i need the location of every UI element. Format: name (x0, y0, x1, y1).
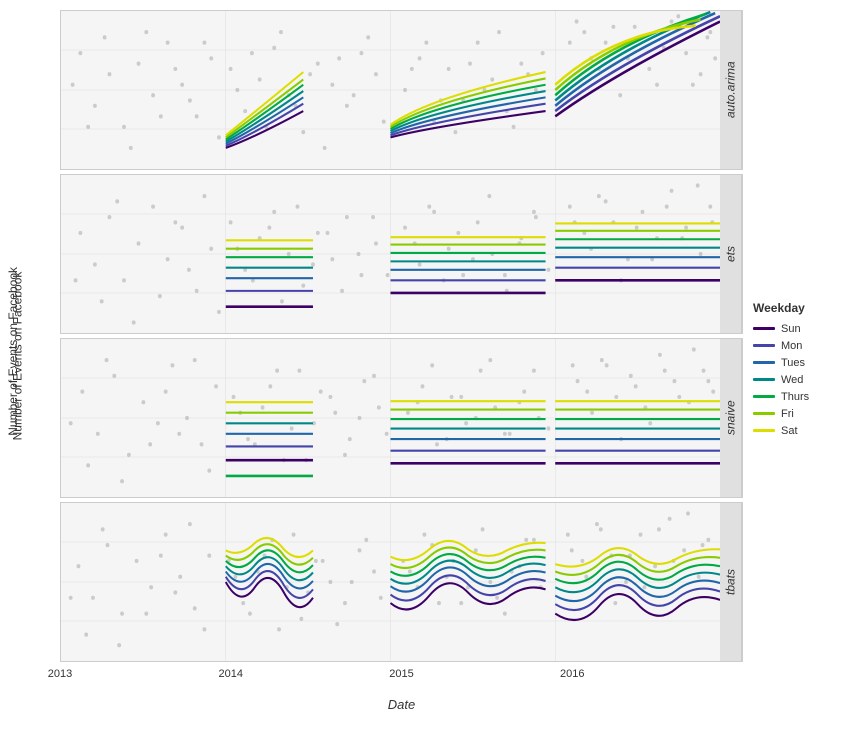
legend-item-wed: Wed (753, 374, 853, 386)
panel-svg-auto-arima (61, 11, 720, 169)
panel-tbats: tbats (60, 502, 743, 662)
panel-ets: ets (60, 174, 743, 334)
panel-svg-ets (61, 175, 720, 333)
legend-label-wed: Wed (781, 374, 803, 386)
legend-label-thurs: Thurs (781, 391, 809, 403)
panel-content-snaive (61, 339, 720, 497)
legend-label-fri: Fri (781, 408, 794, 420)
legend-item-tues: Tues (753, 357, 853, 369)
legend-label-sun: Sun (781, 323, 801, 335)
panel-auto-arima: auto.arima (60, 10, 743, 170)
x-tick-2016: 2016 (560, 668, 584, 680)
legend-label-sat: Sat (781, 425, 798, 437)
x-tick-2014: 2014 (219, 668, 243, 680)
x-axis-label: Date (60, 697, 743, 712)
legend-color-mon (753, 344, 775, 347)
panel-label-auto-arima: auto.arima (720, 11, 742, 169)
legend-item-sun: Sun (753, 323, 853, 335)
panel-svg-snaive (61, 339, 720, 497)
panel-content-ets (61, 175, 720, 333)
chart-container: Number of Events on Facebook (0, 0, 863, 752)
legend-color-sat (753, 429, 775, 432)
panel-content-auto-arima (61, 11, 720, 169)
panel-label-tbats: tbats (720, 503, 742, 661)
legend-item-fri: Fri (753, 408, 853, 420)
legend-color-wed (753, 378, 775, 381)
panels-area: auto.arima (60, 10, 743, 712)
legend-area: Weekday Sun Mon Tues Wed Thurs (743, 10, 853, 712)
panel-content-tbats (61, 503, 720, 661)
y-axis-label-text: Number of Events on Facebook (6, 267, 20, 436)
main-area: auto.arima (60, 10, 853, 712)
panel-label-ets: ets (720, 175, 742, 333)
legend-color-sun (753, 327, 775, 330)
legend-color-thurs (753, 395, 775, 398)
panel-snaive: snaive (60, 338, 743, 498)
x-axis-ticks: 2013 2014 2015 2016 (60, 668, 743, 693)
legend-color-tues (753, 361, 775, 364)
x-tick-2013: 2013 (48, 668, 72, 680)
legend-item-sat: Sat (753, 425, 853, 437)
legend-title: Weekday (753, 301, 853, 315)
x-tick-2015: 2015 (389, 668, 413, 680)
panel-svg-tbats (61, 503, 720, 661)
legend-label-mon: Mon (781, 340, 802, 352)
panel-label-snaive: snaive (720, 339, 742, 497)
legend-item-mon: Mon (753, 340, 853, 352)
legend-label-tues: Tues (781, 357, 805, 369)
legend-color-fri (753, 412, 775, 415)
legend-item-thurs: Thurs (753, 391, 853, 403)
y-axis-wrapper: Number of Events on Facebook (6, 10, 20, 692)
